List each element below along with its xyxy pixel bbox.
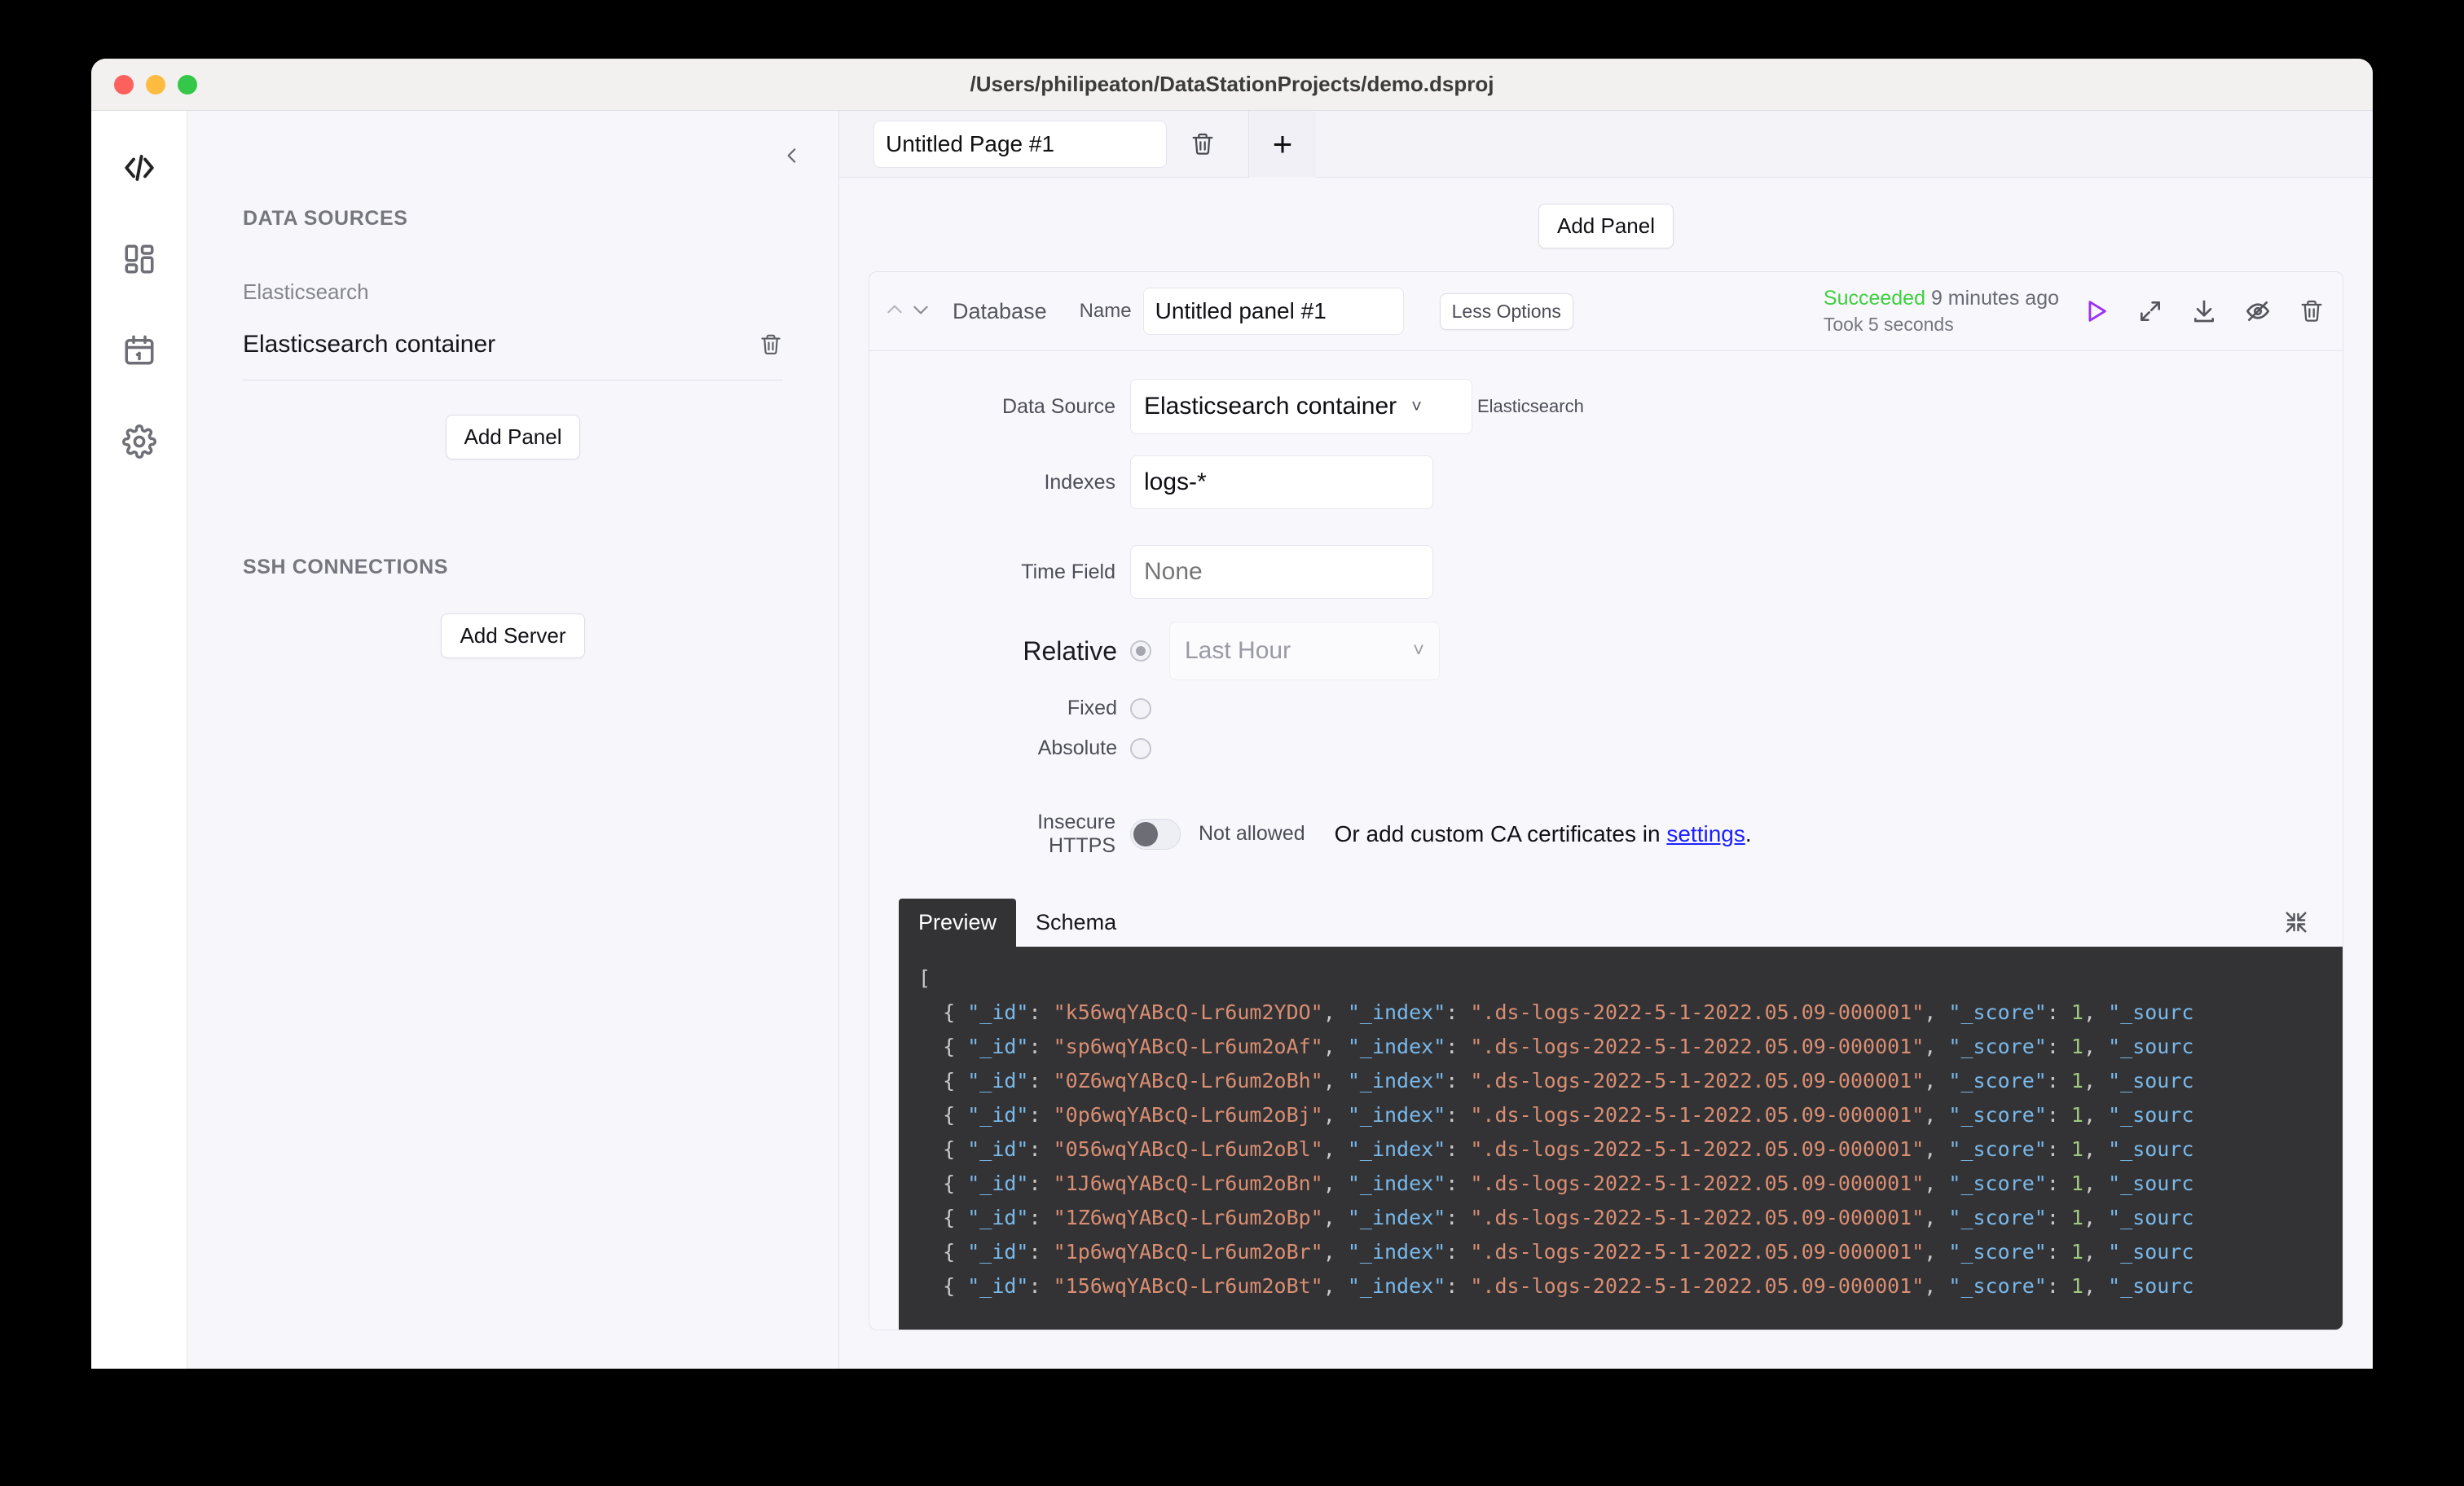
title-bar: /Users/philipeaton/DataStationProjects/d… [91,59,2373,111]
json-row: { "_id": "1J6wqYABcQ-Lr6um2oBn", "_index… [918,1171,2194,1195]
add-page-button[interactable]: + [1249,110,1316,178]
maximize-window-button[interactable] [178,74,197,95]
data-sources-heading: DATA SOURCES [243,207,408,230]
app-window: /Users/philipeaton/DataStationProjects/d… [91,59,2373,1369]
relative-range-select[interactable]: Last Hour ˅ [1169,622,1440,680]
code-icon[interactable] [117,145,162,191]
relative-radio-row: Relative Last Hour ˅ [869,622,2343,680]
fixed-radio-row: Fixed [869,697,2343,720]
json-row: { "_id": "156wqYABcQ-Lr6um2oBt", "_index… [918,1273,2194,1298]
json-row: { "_id": "1Z6wqYABcQ-Lr6um2oBp", "_index… [918,1205,2194,1229]
move-panel-up-icon[interactable] [884,299,905,324]
data-source-field-row: Data Source Elasticsearch container ˅ El… [869,379,2343,434]
collapse-arrows-icon[interactable] [2284,910,2308,934]
chevron-down-icon: ˅ [1411,396,1423,416]
status-duration: Took 5 seconds [1823,314,1954,335]
time-field-input[interactable] [1130,545,1433,599]
results-tab-bar: Preview Schema [869,898,2343,947]
data-source-name: Elasticsearch container [243,331,496,358]
icon-rail [91,111,187,1369]
absolute-radio[interactable] [1130,737,1151,759]
window-controls [114,74,197,95]
minimize-window-button[interactable] [146,74,165,95]
absolute-radio-label: Absolute [1037,736,1117,759]
panel-status: Succeeded 9 minutes ago Took 5 seconds [1824,287,2059,336]
json-row: { "_id": "sp6wqYABcQ-Lr6um2oAf", "_index… [918,1034,2194,1058]
insecure-https-label-line2: HTTPS [1049,833,1115,857]
status-relative-time: 9 minutes ago [1930,287,2059,310]
main-area: + Add Panel [839,110,2373,1369]
dashboard-icon[interactable] [117,236,162,282]
gear-icon[interactable] [117,419,162,464]
absolute-radio-row: Absolute [869,736,2343,760]
less-options-button[interactable]: Less Options [1439,292,1573,330]
panel-reorder-controls [884,299,931,324]
status-badge: Succeeded [1823,287,1925,310]
data-sources-sidebar: DATA SOURCES Elasticsearch Elasticsearch… [187,111,839,1369]
download-icon[interactable] [2191,298,2217,324]
ca-note-period: . [1745,820,1752,846]
page-name-input[interactable] [873,120,1167,168]
play-icon[interactable] [2082,297,2110,325]
time-field-row: Time Field [869,545,2343,599]
insecure-https-toggle[interactable] [1130,818,1181,850]
time-field-label: Time Field [1021,560,1115,583]
results-json-output[interactable]: [ { "_id": "k56wqYABcQ-Lr6um2YDO", "_ind… [899,946,2343,1330]
close-window-button[interactable] [114,74,134,95]
panels-scroll-area: Add Panel Database Name Untitled panel #… [839,178,2373,1369]
data-source-kind-note: Elasticsearch [1477,396,1584,416]
json-row: { "_id": "1p6wqYABcQ-Lr6um2oBr", "_index… [918,1239,2194,1264]
move-panel-down-icon[interactable] [910,299,931,324]
sidebar-add-panel-button[interactable]: Add Panel [445,415,581,459]
chevron-down-icon: ˅ [1412,640,1424,662]
panel-name-label: Name [1079,300,1132,322]
indexes-field-row: Indexes [869,455,2343,509]
data-source-field-label: Data Source [1002,394,1115,418]
ca-note-text: Or add custom CA certificates in [1334,820,1667,846]
json-row: { "_id": "0p6wqYABcQ-Lr6um2oBj", "_index… [918,1102,2194,1127]
panel-kind-label: Database [953,298,1047,323]
app-body: DATA SOURCES Elasticsearch Elasticsearch… [91,110,2373,1369]
delete-page-icon[interactable] [1190,131,1216,157]
indexes-input[interactable] [1130,455,1433,509]
tab-schema[interactable]: Schema [1016,899,1136,947]
insecure-https-row: Insecure HTTPS Not allowed Or add custom… [869,811,2343,858]
relative-radio[interactable] [1130,640,1151,662]
ssh-connections-heading: SSH CONNECTIONS [243,556,449,578]
results-dock: Preview Schema [{"_id": "k56wqYABcQ-Lr… [869,898,2343,1330]
json-row: { "_id": "0Z6wqYABcQ-Lr6um2oBh", "_index… [918,1068,2194,1093]
calendar-icon[interactable] [117,328,162,373]
trash-icon[interactable] [759,332,783,357]
relative-radio-label: Relative [1023,635,1117,666]
fixed-radio-label: Fixed [1067,697,1117,719]
panel-options-body: Data Source Elasticsearch container ˅ El… [869,351,2343,877]
data-source-row[interactable]: Elasticsearch container [243,331,783,380]
tab-preview[interactable]: Preview [899,898,1017,947]
add-server-button[interactable]: Add Server [441,613,585,658]
expand-arrows-icon[interactable] [2137,298,2163,324]
json-row: { "_id": "k56wqYABcQ-Lr6um2YDO", "_index… [918,1000,2194,1024]
chevron-left-icon[interactable] [773,137,811,174]
insecure-https-state: Not allowed [1199,822,1305,846]
panel-actions [2082,297,2325,325]
panel-card: Database Name Less Options Succeeded 9 m… [869,271,2343,1330]
insecure-https-label: Insecure HTTPS [869,811,1130,858]
panel-name-input[interactable] [1142,288,1404,335]
window-title: /Users/philipeaton/DataStationProjects/d… [970,72,1494,96]
page-tab-bar: + [839,110,2373,178]
eye-off-icon[interactable] [2245,298,2271,324]
fixed-radio[interactable] [1130,697,1151,719]
panel-header: Database Name Less Options Succeeded 9 m… [869,272,2343,351]
settings-link[interactable]: settings [1666,821,1745,846]
data-source-selected-value: Elasticsearch container [1144,393,1397,420]
trash-icon[interactable] [2299,298,2325,324]
data-source-select[interactable]: Elasticsearch container ˅ [1130,379,1472,434]
relative-range-value: Last Hour [1185,637,1291,664]
ca-certificates-note: Or add custom CA certificates in setting… [1335,821,1752,847]
insecure-https-label-line1: Insecure [1037,811,1115,833]
data-source-type-label: Elasticsearch [243,279,369,304]
json-row: { "_id": "056wqYABcQ-Lr6um2oBl", "_index… [918,1136,2194,1161]
indexes-field-label: Indexes [1044,470,1115,494]
add-panel-button-top[interactable]: Add Panel [1538,204,1674,248]
